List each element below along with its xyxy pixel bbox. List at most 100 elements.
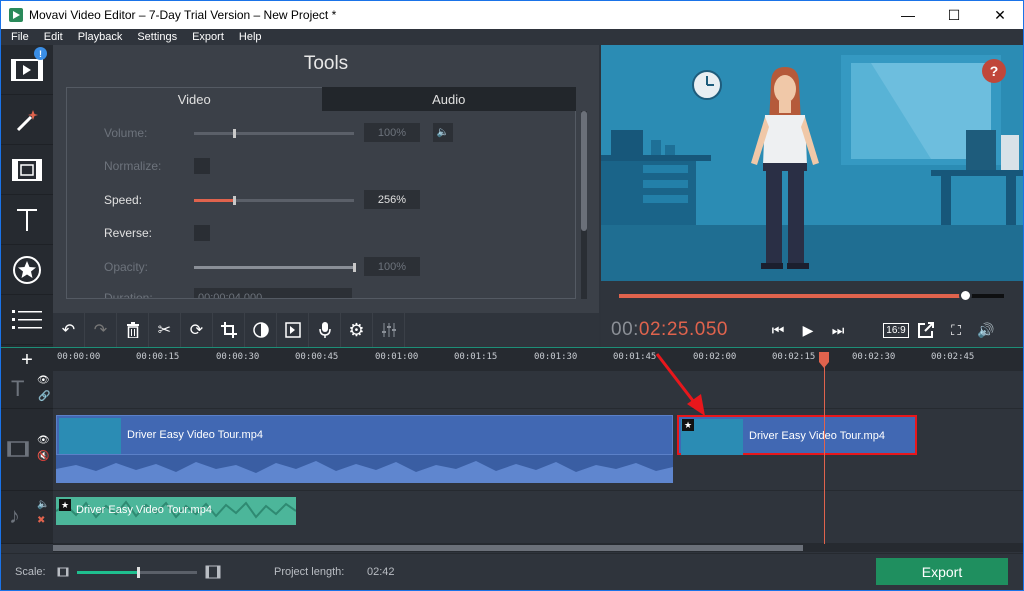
sidebar-item-titles[interactable] [1,195,53,245]
sidebar-item-more[interactable] [1,295,53,345]
export-button[interactable]: Export [876,558,1008,585]
audio-track[interactable]: ★ Driver Easy Video Tour.mp4 [53,491,1023,544]
tick-label: 00:00:00 [57,352,101,362]
volume-slider[interactable] [194,129,354,138]
fullscreen-button[interactable]: ⛶ [941,313,971,347]
next-frame-button[interactable]: ⏭ [823,313,853,347]
speaker-icon[interactable]: 🔈 [37,499,49,510]
tools-scrollbar-thumb[interactable] [581,111,587,231]
menu-file[interactable]: File [11,31,29,43]
tab-video[interactable]: Video [66,87,322,111]
menu-settings[interactable]: Settings [137,31,177,43]
preview-seekbar[interactable] [601,281,1023,313]
opacity-slider[interactable] [194,263,356,272]
waveform-graphic [56,461,673,483]
timeline-scrollbar[interactable] [53,544,1023,552]
sidebar-item-filters[interactable] [1,145,53,195]
text-track-icon: T [11,376,25,401]
duration-row: Duration: 00:00:04.000 [67,287,567,298]
menu-bar: File Edit Playback Settings Export Help [1,29,1023,45]
equalizer-button[interactable] [373,313,405,347]
link-icon[interactable]: 🔗 [38,391,50,402]
add-track-button[interactable]: + [1,348,53,372]
seek-track[interactable] [619,289,1004,302]
tick-label: 00:02:30 [852,352,896,362]
undo-button[interactable]: ↶ [53,313,85,347]
clip-properties-button[interactable]: ⚙ [341,313,373,347]
minimize-button[interactable]: — [885,1,931,29]
scale-fill [77,571,138,574]
opacity-fill [194,266,354,269]
seek-knob[interactable] [959,289,972,302]
timecode-main: 02:25.050 [638,319,728,340]
tick-label: 00:01:15 [454,352,498,362]
timeline-ruler[interactable]: + 00:00:00 00:00:15 00:00:30 00:00:45 00… [1,347,1023,371]
video-clip-1[interactable]: Driver Easy Video Tour.mp4 [56,415,673,455]
transition-icon [284,322,301,338]
eye-icon[interactable]: 👁 [37,375,50,386]
zoom-out-icon[interactable] [57,567,69,577]
speed-knob[interactable] [233,196,236,205]
eye-icon[interactable]: 👁 [37,435,50,446]
unlink-icon[interactable]: ✖ [37,515,45,526]
tab-audio[interactable]: Audio [321,87,576,111]
menu-export[interactable]: Export [192,31,224,43]
opacity-knob[interactable] [353,263,356,272]
tools-scrollbar[interactable] [581,111,587,299]
video-track[interactable]: Driver Easy Video Tour.mp4 ★ Driver Easy… [53,409,1023,491]
menu-playback[interactable]: Playback [78,31,123,43]
sidebar-item-import[interactable]: ! [1,45,53,95]
popout-button[interactable] [911,313,941,347]
timecode-display: 00:02:25.050 [611,319,751,341]
video-clip-1-waveform[interactable] [56,455,673,483]
normalize-checkbox[interactable] [194,158,210,174]
split-button[interactable]: ✂ [149,313,181,347]
volume-button[interactable]: 🔊 [971,313,1001,347]
opacity-value[interactable]: 100% [364,257,420,276]
volume-knob[interactable] [233,129,236,138]
color-adjust-button[interactable] [245,313,277,347]
timeline-scrollbar-thumb[interactable] [53,545,803,551]
titles-icon [17,208,37,231]
titles-track[interactable] [53,371,1023,409]
sidebar-item-effects[interactable] [1,95,53,145]
volume-value[interactable]: 100% [364,123,420,142]
tick-label: 00:00:15 [136,352,180,362]
notification-badge: ! [34,47,47,60]
scale-knob[interactable] [137,567,140,578]
video-track-icon [7,441,29,457]
audio-clip[interactable]: ★ Driver Easy Video Tour.mp4 [56,497,296,525]
volume-label: Volume: [104,126,148,140]
close-button[interactable]: ✕ [977,1,1023,29]
tick-label: 00:01:00 [375,352,419,362]
menu-edit[interactable]: Edit [44,31,63,43]
speed-slider[interactable] [194,196,354,205]
video-preview[interactable]: ? [601,45,1023,281]
duration-field[interactable]: 00:00:04.000 [194,288,352,298]
mute-speaker-icon[interactable]: 🔈 [433,123,453,142]
help-icon[interactable]: ? [982,59,1006,83]
clip-name: Driver Easy Video Tour.mp4 [749,430,885,442]
redo-button[interactable]: ↷ [85,313,117,347]
menu-help[interactable]: Help [239,31,262,43]
video-clip-2-selected[interactable]: ★ Driver Easy Video Tour.mp4 [677,415,917,455]
transition-button[interactable] [277,313,309,347]
edit-toolbar: ↶ ↷ ✂ ⟳ ⚙ [53,313,599,347]
play-button[interactable]: ▶ [793,313,823,347]
delete-button[interactable] [117,313,149,347]
sidebar-item-stickers[interactable] [1,245,53,295]
tools-title: Tools [303,53,349,74]
skip-forward-icon: ⏭ [831,321,845,338]
rotate-button[interactable]: ⟳ [181,313,213,347]
aspect-ratio-button[interactable]: 16:9 [881,313,911,347]
speaker-icon: 🔊 [977,321,995,338]
maximize-button[interactable]: ☐ [931,1,977,29]
record-voice-button[interactable] [309,313,341,347]
crop-button[interactable] [213,313,245,347]
reverse-checkbox[interactable] [194,225,210,241]
zoom-in-icon[interactable] [205,565,221,579]
mute-icon[interactable]: 🔇 [37,451,49,462]
speed-value[interactable]: 256% [364,190,420,209]
previous-frame-button[interactable]: ⏮ [763,313,793,347]
scale-slider[interactable] [77,567,197,578]
